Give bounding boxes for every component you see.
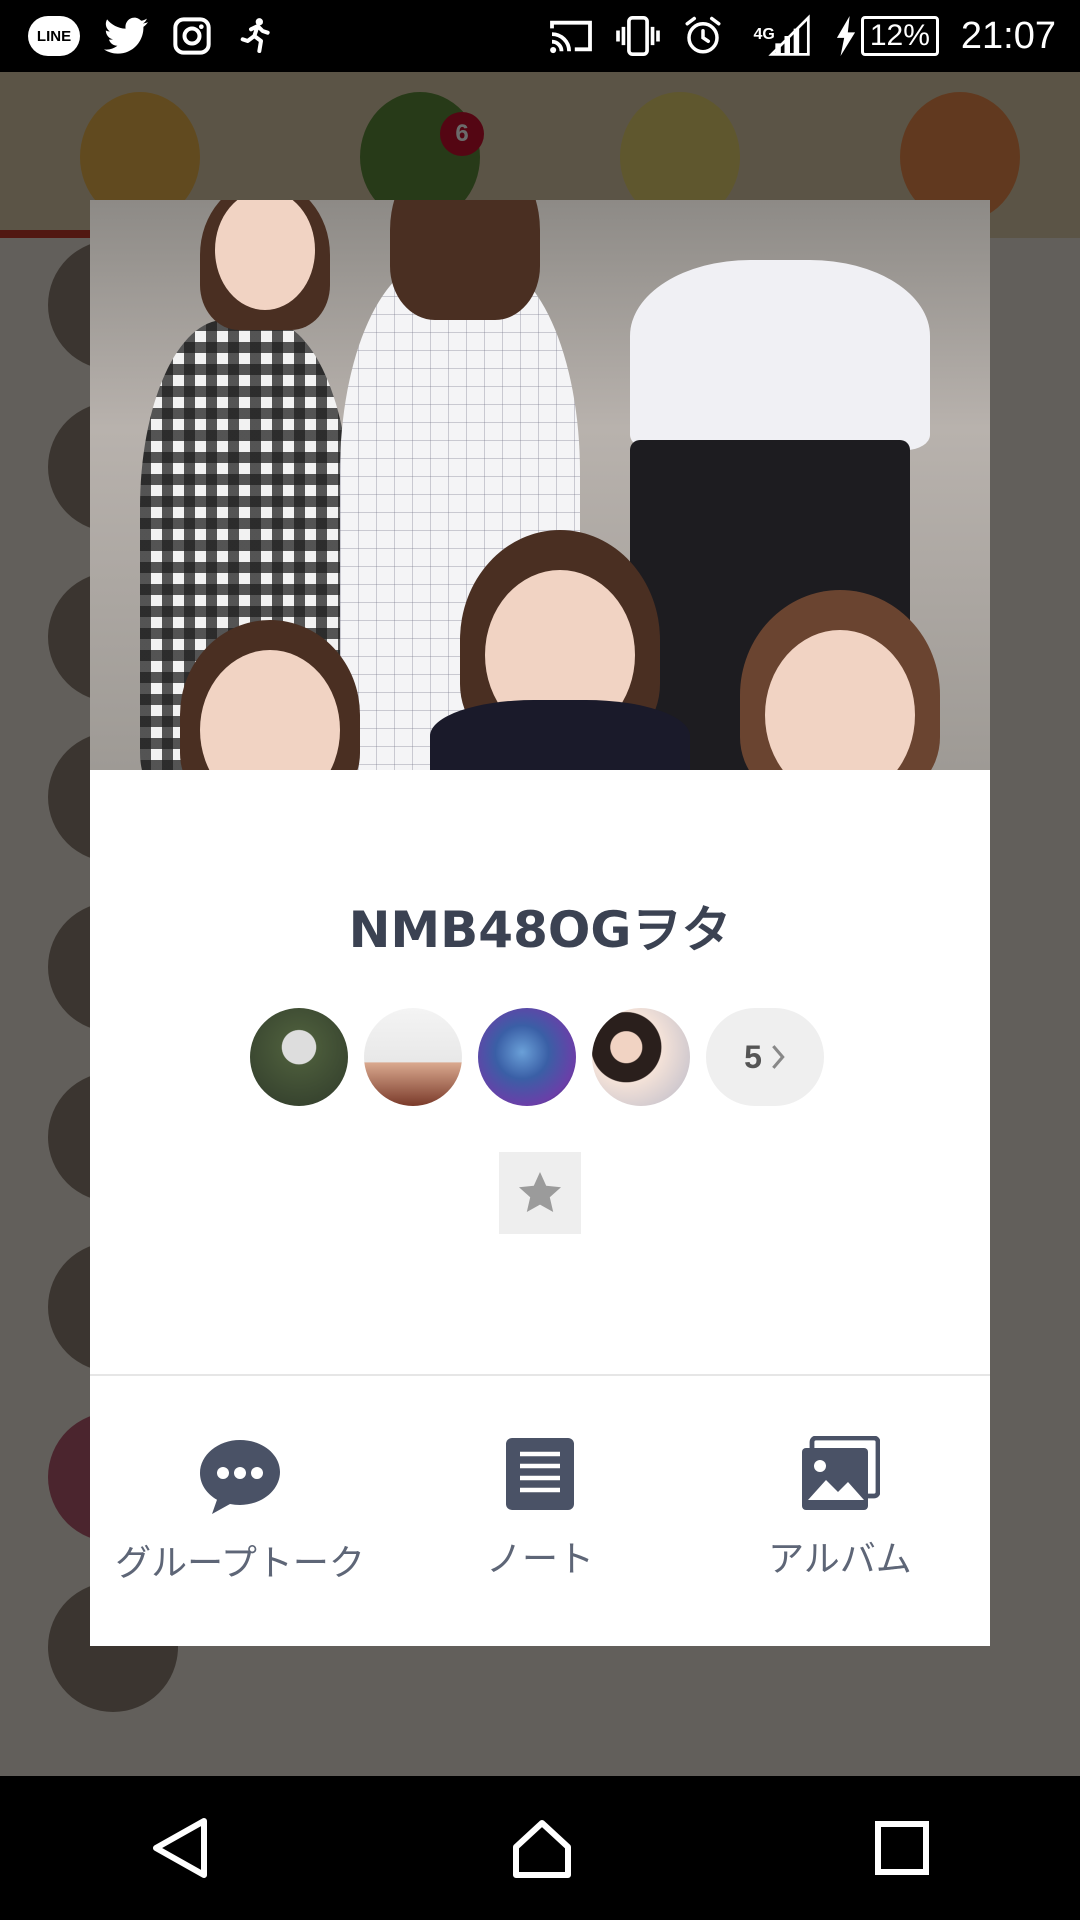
chevron-right-icon bbox=[772, 1045, 785, 1069]
album-icon bbox=[802, 1436, 880, 1510]
clock: 21:07 bbox=[960, 14, 1056, 57]
battery-icon: 12% bbox=[860, 16, 939, 56]
home-icon[interactable] bbox=[510, 1817, 574, 1879]
group-talk-label: グループトーク bbox=[115, 1543, 365, 1584]
member-avatar[interactable] bbox=[592, 1008, 690, 1106]
vibrate-icon bbox=[615, 16, 660, 56]
note-button[interactable]: ノート bbox=[390, 1376, 690, 1646]
group-talk-button[interactable]: グループトーク bbox=[90, 1376, 390, 1646]
album-label: アルバム bbox=[768, 1539, 912, 1580]
star-icon bbox=[519, 1172, 561, 1212]
back-icon[interactable] bbox=[150, 1817, 210, 1879]
group-cover-photo[interactable] bbox=[90, 200, 990, 770]
member-list[interactable]: 5 bbox=[250, 1008, 824, 1106]
battery-indicator: 12% bbox=[835, 16, 939, 56]
action-bar: グループトーク ノート アルバム bbox=[90, 1376, 990, 1646]
note-label: ノート bbox=[485, 1539, 594, 1580]
battery-percent: 12% bbox=[869, 19, 930, 52]
line-icon: LINE bbox=[28, 16, 80, 56]
instagram-icon bbox=[173, 17, 211, 55]
cover-figure bbox=[630, 260, 930, 450]
favorite-button[interactable] bbox=[499, 1152, 581, 1234]
navigation-bar bbox=[0, 1776, 1080, 1920]
charging-icon bbox=[836, 16, 855, 56]
album-button[interactable]: アルバム bbox=[690, 1376, 990, 1646]
group-name: NMB48OGヲタ bbox=[348, 901, 732, 959]
member-avatar[interactable] bbox=[478, 1008, 576, 1106]
network-type-label: 4G bbox=[753, 26, 775, 43]
twitter-icon bbox=[104, 17, 148, 54]
cover-figure-hair bbox=[390, 200, 540, 320]
group-profile-dialog: NMB48OGヲタ 5 グループトーク ノート アルバム bbox=[90, 200, 990, 1646]
member-avatar[interactable] bbox=[364, 1008, 462, 1106]
cover-figure bbox=[430, 700, 690, 770]
more-members-button[interactable]: 5 bbox=[706, 1008, 824, 1106]
chat-bubble-icon bbox=[200, 1440, 280, 1514]
alarm-icon bbox=[685, 16, 721, 54]
member-avatar[interactable] bbox=[250, 1008, 348, 1106]
recents-icon[interactable] bbox=[874, 1820, 930, 1876]
runner-icon bbox=[240, 18, 270, 53]
more-members-count: 5 bbox=[744, 1038, 762, 1075]
status-bar: LINE 4G 12% 21:07 bbox=[0, 0, 1080, 72]
note-icon bbox=[506, 1438, 574, 1510]
cast-icon bbox=[549, 20, 592, 54]
